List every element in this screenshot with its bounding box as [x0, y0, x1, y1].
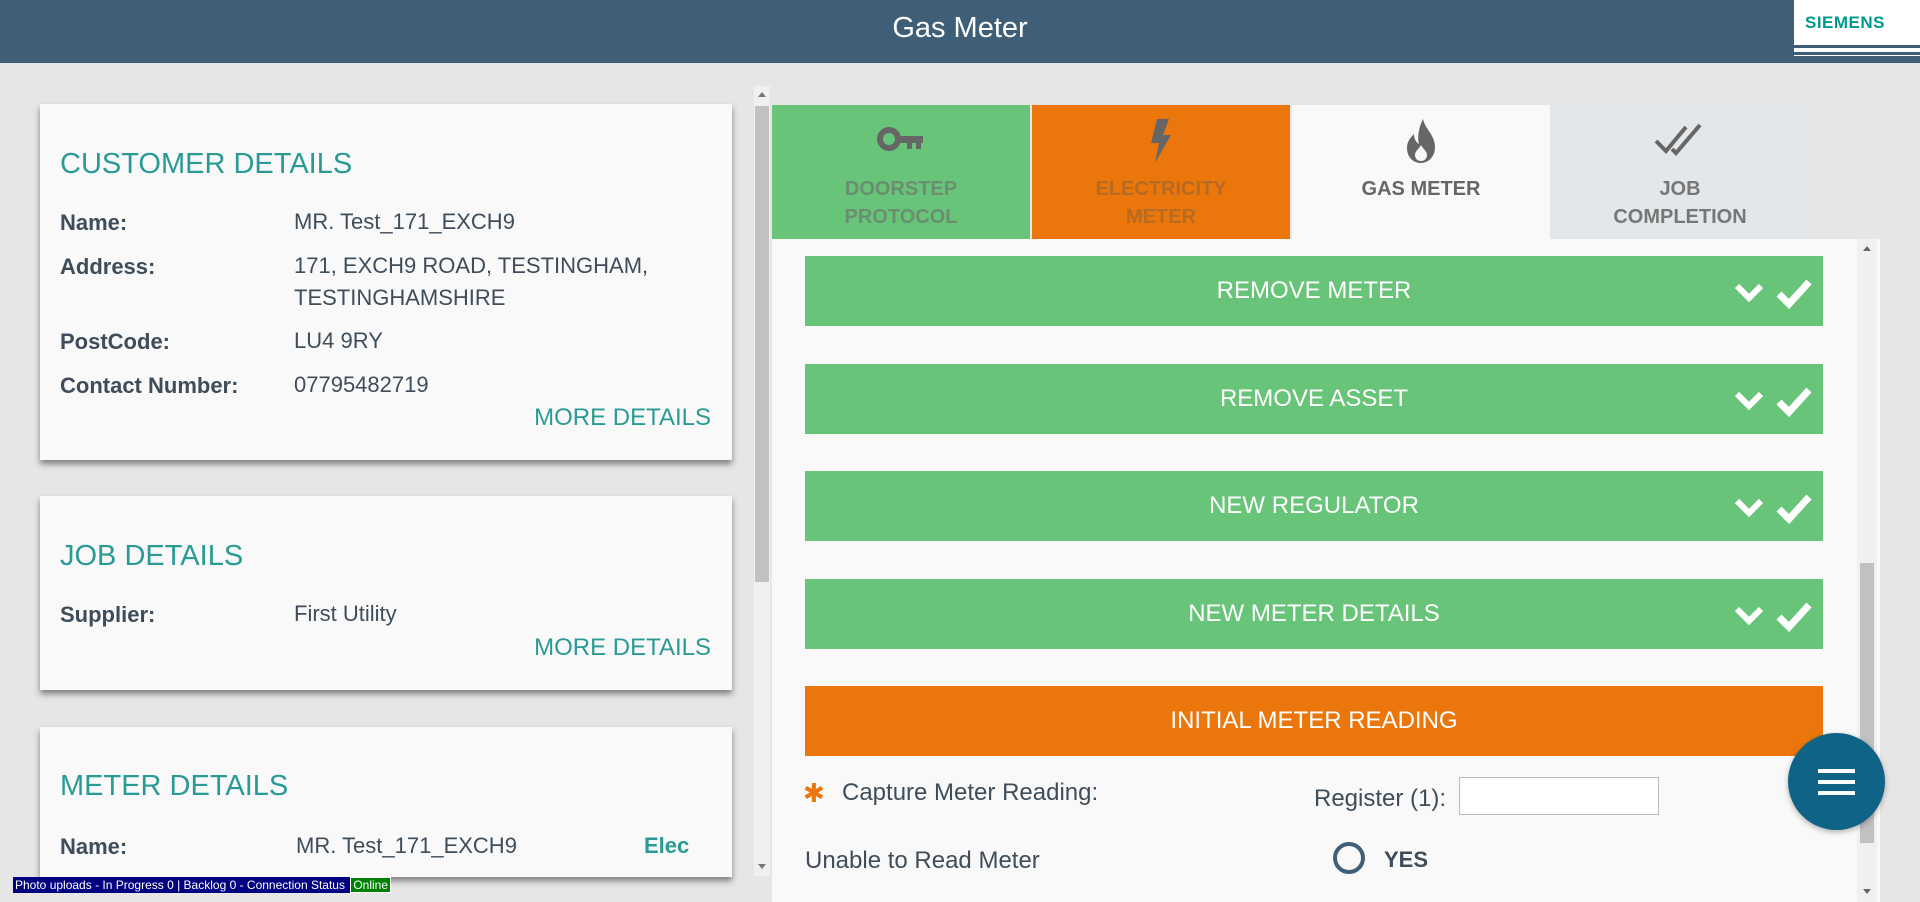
tab-label: GAS METER — [1292, 175, 1550, 203]
meter-name-label: Name: — [60, 834, 128, 859]
register-reading-input[interactable] — [1459, 777, 1659, 815]
register-label: Register (1): — [1314, 785, 1447, 812]
tab-label: DOORSTEP PROTOCOL — [772, 175, 1030, 231]
tab-label-line2: METER — [1126, 206, 1196, 228]
postcode-label: PostCode: — [60, 329, 170, 354]
supplier-label: Supplier: — [60, 602, 156, 627]
unable-yes-radio[interactable] — [1333, 842, 1365, 874]
connection-status-badge: Online — [350, 877, 391, 893]
menu-icon — [1818, 769, 1855, 795]
expand-chevron-and-complete-check-icon — [1734, 602, 1812, 633]
expand-chevron-and-complete-check-icon — [1734, 494, 1812, 525]
section-label: NEW METER DETAILS — [1188, 600, 1440, 627]
address-line-1: 171, EXCH9 ROAD, TESTINGHAM, — [294, 253, 649, 278]
required-asterisk-icon: ✱ — [803, 778, 825, 808]
tab-label-line1: JOB — [1659, 178, 1701, 200]
tab-doorstep-protocol[interactable]: DOORSTEP PROTOCOL — [772, 105, 1030, 239]
meter-details-heading: METER DETAILS — [60, 770, 289, 802]
logo-divider — [1794, 52, 1920, 55]
customer-more-details-link[interactable]: MORE DETAILS — [534, 404, 711, 432]
supplier-value: First Utility — [294, 601, 397, 626]
tab-label-line1: GAS METER — [1361, 178, 1481, 200]
upload-status-text: Photo uploads - In Progress 0 | Backlog … — [13, 877, 351, 893]
tab-label-line2: COMPLETION — [1613, 206, 1747, 228]
section-initial-meter-reading[interactable]: INITIAL METER READING — [805, 686, 1823, 756]
job-details-card: JOB DETAILS Supplier: First Utility MORE… — [40, 496, 732, 690]
section-new-meter-details[interactable]: NEW METER DETAILS — [805, 579, 1823, 649]
contact-value: 07795482719 — [294, 372, 429, 397]
job-details-heading: JOB DETAILS — [60, 540, 244, 572]
contact-label: Contact Number: — [60, 373, 239, 398]
left-scrollbar[interactable] — [754, 86, 770, 876]
meter-details-card: METER DETAILS Name: MR. Test_171_EXCH9 E… — [40, 727, 732, 877]
customer-details-card: CUSTOMER DETAILS Name: MR. Test_171_EXCH… — [40, 104, 732, 460]
yes-option-label: YES — [1384, 847, 1429, 872]
flame-icon — [1407, 119, 1435, 163]
left-scrollbar-thumb[interactable] — [755, 106, 769, 582]
address-line-2: TESTINGHAMSHIRE — [294, 285, 506, 310]
logo-text: SIEMENS — [1805, 13, 1886, 32]
expand-chevron-and-complete-check-icon — [1734, 279, 1812, 310]
lightning-icon — [1151, 119, 1171, 163]
section-label: REMOVE METER — [1216, 277, 1412, 304]
scroll-up-arrow-icon[interactable] — [1863, 246, 1871, 251]
section-label: REMOVE ASSET — [1219, 385, 1409, 412]
tab-label-line1: DOORSTEP — [844, 178, 958, 200]
section-remove-asset[interactable]: REMOVE ASSET — [805, 364, 1823, 434]
tab-label: ELECTRICITY METER — [1032, 175, 1290, 231]
siemens-logo: SIEMENS — [1794, 0, 1920, 56]
page-title: Gas Meter — [892, 12, 1028, 44]
name-value: MR. Test_171_EXCH9 — [294, 209, 515, 234]
postcode-value: LU4 9RY — [294, 328, 383, 353]
tab-label-line2: PROTOCOL — [844, 206, 958, 228]
unable-to-read-label: Unable to Read Meter — [805, 847, 1040, 874]
tab-label-line1: ELECTRICITY — [1095, 178, 1227, 200]
scroll-up-arrow-icon[interactable] — [758, 92, 766, 97]
expand-chevron-and-complete-check-icon — [1734, 387, 1812, 418]
tab-label: JOB COMPLETION — [1551, 175, 1809, 231]
tab-electricity-meter[interactable]: ELECTRICITY METER — [1032, 105, 1290, 239]
tab-job-completion[interactable]: JOB COMPLETION — [1551, 105, 1809, 239]
capture-meter-reading-label: Capture Meter Reading: — [842, 779, 1099, 806]
section-new-regulator[interactable]: NEW REGULATOR — [805, 471, 1823, 541]
address-label: Address: — [60, 254, 156, 279]
name-label: Name: — [60, 210, 128, 235]
top-bar: Gas Meter SIEMENS — [0, 0, 1920, 63]
connection-status-bar: Photo uploads - In Progress 0 | Backlog … — [13, 877, 391, 895]
meter-type-value: Elec — [644, 833, 690, 858]
meter-name-value: MR. Test_171_EXCH9 — [296, 833, 517, 858]
scroll-down-arrow-icon[interactable] — [1863, 889, 1871, 894]
section-label: INITIAL METER READING — [1170, 707, 1458, 734]
menu-fab-button[interactable] — [1788, 733, 1885, 830]
double-check-icon — [1654, 123, 1702, 156]
section-label: NEW REGULATOR — [1209, 492, 1419, 519]
scroll-down-arrow-icon[interactable] — [758, 864, 766, 869]
section-remove-meter[interactable]: REMOVE METER — [805, 256, 1823, 326]
customer-details-heading: CUSTOMER DETAILS — [60, 148, 353, 180]
job-more-details-link[interactable]: MORE DETAILS — [534, 634, 711, 662]
key-icon — [877, 127, 923, 151]
tab-gas-meter[interactable]: GAS METER — [1292, 105, 1550, 239]
logo-divider — [1794, 45, 1920, 48]
